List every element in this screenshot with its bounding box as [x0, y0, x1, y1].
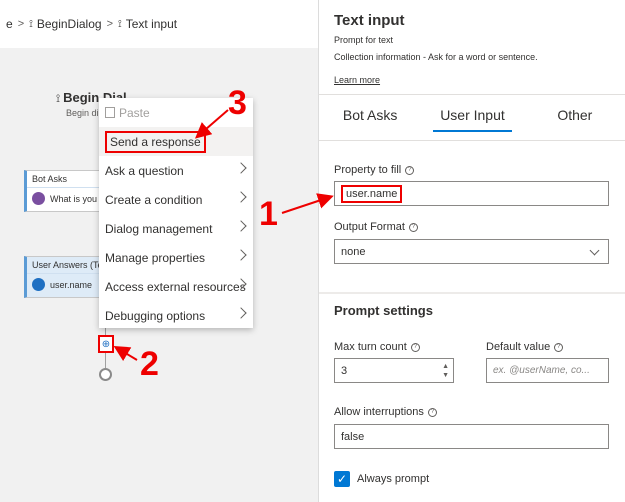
panel-subtitle: Prompt for text	[334, 35, 394, 45]
max-turn-label: Max turn count?	[334, 341, 420, 353]
annotation-2: 2	[140, 345, 159, 383]
chevron-right-icon: >	[17, 18, 25, 30]
menu-item-dialog-management[interactable]: Dialog management	[99, 214, 253, 243]
node-body-text: user.name	[50, 279, 93, 290]
output-format-label: Output Format?	[334, 221, 418, 233]
properties-panel: Text input Prompt for text Collection in…	[318, 0, 625, 502]
dialog-canvas[interactable]: e > ⟟ BeginDialog > ⟟ Text input ⟟ Begin …	[0, 0, 318, 502]
chevron-right-icon	[235, 162, 247, 174]
chevron-down-icon	[589, 245, 600, 256]
breadcrumb-item-begindialog[interactable]: BeginDialog	[37, 17, 102, 31]
flow-connector	[105, 353, 106, 368]
chevron-right-icon: >	[106, 18, 114, 30]
dialog-icon: ⟟	[56, 93, 61, 105]
context-menu: Paste Send a response Ask a question Cre…	[99, 98, 253, 328]
menu-item-create-condition[interactable]: Create a condition	[99, 185, 253, 214]
default-value-label: Default value?	[486, 341, 564, 353]
panel-description: Collection information - Ask for a word …	[334, 52, 538, 62]
default-value-placeholder: ex. @userName, co...	[493, 365, 590, 376]
menu-item-manage-properties[interactable]: Manage properties	[99, 243, 253, 272]
user-icon	[32, 278, 45, 291]
chevron-right-icon	[235, 307, 247, 319]
plus-icon: ⊕	[101, 338, 111, 350]
tab-user-input[interactable]: User Input	[421, 98, 523, 132]
info-icon[interactable]: ?	[408, 222, 418, 232]
breadcrumb: e > ⟟ BeginDialog > ⟟ Text input	[0, 0, 318, 48]
output-format-dropdown[interactable]: none	[334, 239, 609, 264]
menu-item-ask-question[interactable]: Ask a question	[99, 156, 253, 185]
menu-item-send-response[interactable]: Send a response	[99, 127, 253, 156]
node-body-text: What is you	[50, 193, 98, 204]
tab-bot-asks[interactable]: Bot Asks	[319, 98, 421, 132]
max-turn-field[interactable]: 3 ▲ ▼	[334, 358, 454, 383]
info-icon[interactable]: ?	[405, 165, 415, 175]
property-field[interactable]: user.name	[334, 181, 609, 206]
add-action-button[interactable]: ⊕	[98, 335, 114, 353]
flow-end-icon	[99, 368, 112, 381]
info-icon[interactable]: ?	[427, 407, 437, 417]
panel-title: Text input	[334, 12, 405, 29]
annotation-1: 1	[259, 195, 278, 233]
property-label: Property to fill?	[334, 164, 415, 176]
interruptions-field[interactable]: false	[334, 424, 609, 449]
paste-icon	[105, 107, 115, 118]
trigger-subtitle: Begin di	[66, 108, 99, 118]
output-format-value: none	[341, 245, 366, 258]
property-value: user.name	[341, 184, 403, 203]
info-icon[interactable]: ?	[554, 342, 564, 352]
divider	[319, 140, 625, 141]
checkmark-icon: ✓	[336, 472, 348, 486]
interruptions-value: false	[341, 430, 365, 443]
tab-bar: Bot Asks User Input Other	[319, 98, 625, 132]
always-prompt-label: Always prompt	[357, 473, 430, 485]
max-turn-value: 3	[341, 364, 348, 377]
breadcrumb-item-text-input[interactable]: Text input	[126, 17, 177, 31]
annotation-3: 3	[228, 84, 247, 122]
chevron-right-icon	[235, 220, 247, 232]
breadcrumb-item-root[interactable]: e	[6, 17, 13, 31]
always-prompt-checkbox[interactable]: ✓	[334, 471, 350, 487]
menu-item-external-resources[interactable]: Access external resources	[99, 272, 253, 301]
menu-item-debugging-options[interactable]: Debugging options	[99, 301, 253, 330]
chevron-right-icon	[235, 249, 247, 261]
dialog-icon: ⟟	[29, 18, 33, 30]
divider	[319, 94, 625, 95]
prompt-settings-heading: Prompt settings	[334, 303, 433, 318]
tab-other[interactable]: Other	[524, 98, 625, 132]
learn-more-link[interactable]: Learn more	[334, 75, 380, 85]
bot-icon	[32, 192, 45, 205]
chevron-right-icon	[235, 191, 247, 203]
spinner-icon[interactable]: ▲ ▼	[442, 362, 449, 380]
interruptions-label: Allow interruptions?	[334, 406, 437, 418]
info-icon[interactable]: ?	[410, 342, 420, 352]
dialog-icon: ⟟	[118, 18, 122, 30]
divider	[319, 292, 625, 294]
default-value-field[interactable]: ex. @userName, co...	[486, 358, 609, 383]
